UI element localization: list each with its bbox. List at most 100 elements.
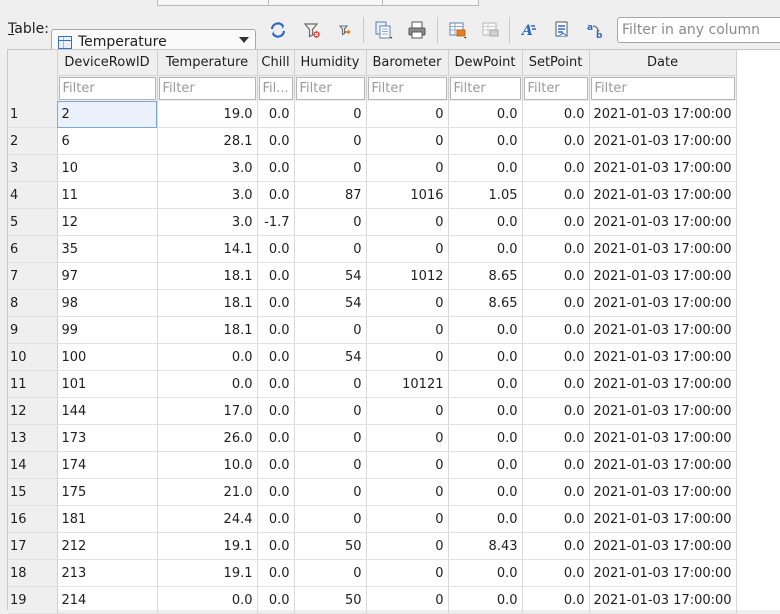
cell-humidity[interactable]: 0 <box>294 559 367 587</box>
replace-button[interactable]: a b <box>584 18 608 42</box>
cell-dewpoint[interactable]: 0.0 <box>448 505 523 533</box>
row-number[interactable]: 10 <box>8 343 58 371</box>
refresh-button[interactable] <box>266 18 290 42</box>
cell-dewpoint[interactable]: 0.0 <box>448 559 523 587</box>
cell-devicerowid[interactable]: 11 <box>57 181 158 209</box>
row-number[interactable]: 17 <box>8 532 58 560</box>
cell-date[interactable]: 2021-01-03 17:00:00 <box>589 181 737 209</box>
cell-setpoint[interactable]: 0.0 <box>522 289 590 317</box>
clear-filters-button[interactable] <box>300 18 324 42</box>
row-number[interactable]: 18 <box>8 559 58 587</box>
cell-temperature[interactable]: 18.1 <box>157 289 258 317</box>
cell-humidity[interactable]: 0 <box>294 397 367 425</box>
cell-temperature[interactable]: 17.0 <box>157 397 258 425</box>
table-row[interactable]: 19 214 0.0 0.0 50 0 0.0 0.0 2021-01-03 17:00:00 <box>8 586 737 614</box>
cell-dewpoint[interactable]: 0.0 <box>448 343 523 371</box>
cell-humidity[interactable]: 0 <box>294 370 367 398</box>
cell-dewpoint[interactable]: 8.65 <box>448 262 523 290</box>
cell-setpoint[interactable]: 0.0 <box>522 586 590 614</box>
cell-dewpoint[interactable]: 0.0 <box>448 478 523 506</box>
cell-chill[interactable]: 0.0 <box>257 559 295 587</box>
cell-temperature[interactable]: 14.1 <box>157 235 258 263</box>
copy-create-button[interactable] <box>372 18 396 42</box>
cell-barometer[interactable]: 0 <box>366 505 449 533</box>
cell-setpoint[interactable]: 0.0 <box>522 478 590 506</box>
row-number[interactable]: 3 <box>8 154 58 182</box>
row-number[interactable]: 19 <box>8 586 58 614</box>
cell-humidity[interactable]: 87 <box>294 181 367 209</box>
row-number[interactable]: 14 <box>8 451 58 479</box>
cell-chill[interactable]: 0.0 <box>257 154 295 182</box>
column-header-dewpoint[interactable]: DewPoint <box>448 50 523 76</box>
cell-temperature[interactable]: 19.1 <box>157 532 258 560</box>
cell-temperature[interactable]: 10.0 <box>157 451 258 479</box>
table-row[interactable]: 3 10 3.0 0.0 0 0 0.0 0.0 2021-01-03 17:00:00 <box>8 154 737 182</box>
row-number[interactable]: 2 <box>8 127 58 155</box>
table-row[interactable]: 17 212 19.1 0.0 50 0 8.43 0.0 2021-01-03 17:00:0… <box>8 532 737 560</box>
cell-temperature[interactable]: 18.1 <box>157 316 258 344</box>
cell-barometer[interactable]: 0 <box>366 316 449 344</box>
cell-dewpoint[interactable]: 8.43 <box>448 532 523 560</box>
cell-barometer[interactable]: 0 <box>366 235 449 263</box>
table-row[interactable]: 12 144 17.0 0.0 0 0 0.0 0.0 2021-01-03 17:00:00 <box>8 397 737 425</box>
cell-barometer[interactable]: 0 <box>366 101 449 128</box>
cell-setpoint[interactable]: 0.0 <box>522 559 590 587</box>
table-row[interactable]: 4 11 3.0 0.0 87 1016 1.05 0.0 2021-01-03 17:00:0… <box>8 181 737 209</box>
find-button[interactable]: A <box>518 18 542 42</box>
cell-chill[interactable]: 0.0 <box>257 370 295 398</box>
cell-temperature[interactable]: 18.1 <box>157 262 258 290</box>
cell-devicerowid[interactable]: 174 <box>57 451 158 479</box>
cell-setpoint[interactable]: 0.0 <box>522 505 590 533</box>
cell-setpoint[interactable]: 0.0 <box>522 424 590 452</box>
cell-barometer[interactable]: 0 <box>366 451 449 479</box>
cell-setpoint[interactable]: 0.0 <box>522 316 590 344</box>
cell-chill[interactable]: 0.0 <box>257 532 295 560</box>
cell-chill[interactable]: 0.0 <box>257 289 295 317</box>
filter-input-date[interactable] <box>590 77 735 100</box>
row-number[interactable]: 13 <box>8 424 58 452</box>
row-number[interactable]: 5 <box>8 208 58 236</box>
tab-fragment[interactable] <box>157 0 269 6</box>
cell-date[interactable]: 2021-01-03 17:00:00 <box>589 154 737 182</box>
cell-chill[interactable]: 0.0 <box>257 451 295 479</box>
cell-humidity[interactable]: 0 <box>294 478 367 506</box>
row-number[interactable]: 9 <box>8 316 58 344</box>
cell-temperature[interactable]: 0.0 <box>157 370 258 398</box>
delete-record-button[interactable] <box>479 18 503 42</box>
cell-date[interactable]: 2021-01-03 17:00:00 <box>589 208 737 236</box>
cell-devicerowid[interactable]: 101 <box>57 370 158 398</box>
table-row[interactable]: 15 175 21.0 0.0 0 0 0.0 0.0 2021-01-03 17:00:00 <box>8 478 737 506</box>
cell-barometer[interactable]: 1016 <box>366 181 449 209</box>
cell-dewpoint[interactable]: 0.0 <box>448 101 523 128</box>
tab-fragment[interactable] <box>382 0 479 6</box>
cell-date[interactable]: 2021-01-03 17:00:00 <box>589 343 737 371</box>
column-header-devicerowid[interactable]: DeviceRowID <box>57 50 158 76</box>
cell-setpoint[interactable]: 0.0 <box>522 451 590 479</box>
cell-devicerowid[interactable]: 10 <box>57 154 158 182</box>
cell-barometer[interactable]: 0 <box>366 397 449 425</box>
table-row[interactable]: 1 2 19.0 0.0 0 0 0.0 0.0 2021-01-03 17:00:00 <box>8 101 737 128</box>
cell-setpoint[interactable]: 0.0 <box>522 532 590 560</box>
cell-date[interactable]: 2021-01-03 17:00:00 <box>589 505 737 533</box>
cell-temperature[interactable]: 19.0 <box>157 101 258 128</box>
cell-setpoint[interactable]: 0.0 <box>522 235 590 263</box>
row-number[interactable]: 4 <box>8 181 58 209</box>
cell-date[interactable]: 2021-01-03 17:00:00 <box>589 289 737 317</box>
cell-devicerowid[interactable]: 213 <box>57 559 158 587</box>
cell-devicerowid[interactable]: 6 <box>57 127 158 155</box>
filter-input-barometer[interactable] <box>367 77 447 100</box>
cell-devicerowid[interactable]: 144 <box>57 397 158 425</box>
cell-chill[interactable]: 0.0 <box>257 397 295 425</box>
cell-temperature[interactable]: 28.1 <box>157 127 258 155</box>
cell-chill[interactable]: 0.0 <box>257 101 295 128</box>
cell-chill[interactable]: 0.0 <box>257 505 295 533</box>
cell-humidity[interactable]: 0 <box>294 127 367 155</box>
cell-devicerowid[interactable]: 97 <box>57 262 158 290</box>
cell-dewpoint[interactable]: 0.0 <box>448 424 523 452</box>
filter-input-chill[interactable] <box>258 77 293 100</box>
column-header-barometer[interactable]: Barometer <box>366 50 449 76</box>
cell-dewpoint[interactable]: 0.0 <box>448 154 523 182</box>
cell-date[interactable]: 2021-01-03 17:00:00 <box>589 316 737 344</box>
cell-devicerowid[interactable]: 2 <box>57 101 158 128</box>
cell-barometer[interactable]: 10121 <box>366 370 449 398</box>
